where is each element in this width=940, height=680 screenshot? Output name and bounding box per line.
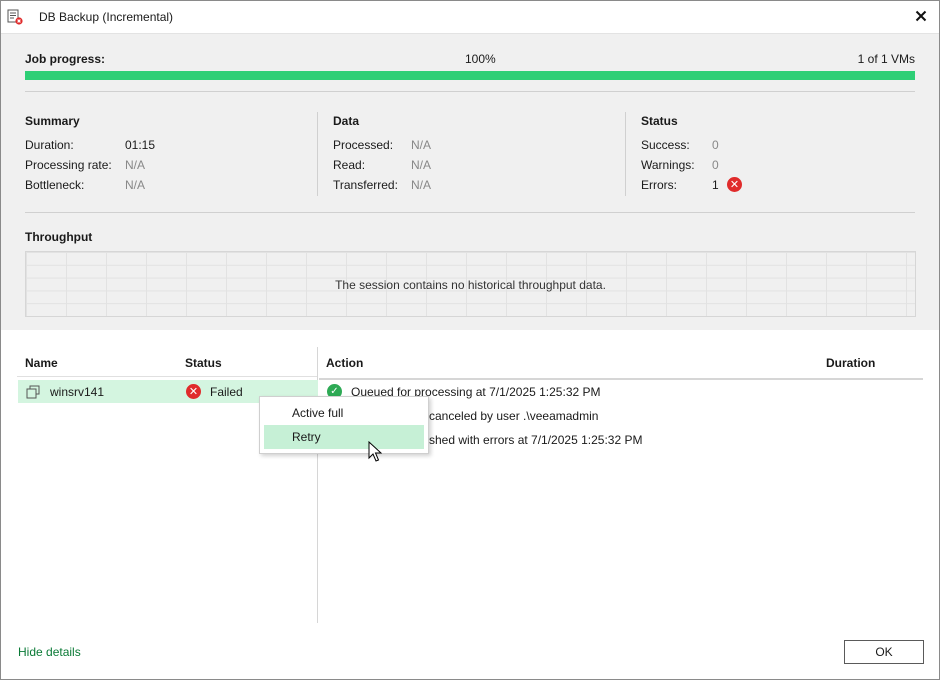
summary-processing-rate-label: Processing rate: <box>25 158 112 172</box>
job-progress-fill <box>25 71 915 80</box>
divider <box>319 378 923 380</box>
data-transferred-value: N/A <box>411 178 432 192</box>
summary-bottleneck-label: Bottleneck: <box>25 178 85 192</box>
data-processed-label: Processed: <box>333 138 394 152</box>
close-icon <box>915 10 927 25</box>
error-icon: ✕ <box>186 384 201 399</box>
column-header-action[interactable]: Action <box>326 356 363 370</box>
error-icon: ✕ <box>727 177 742 192</box>
data-processed-value: N/A <box>411 138 432 152</box>
title-bar: DB Backup (Incremental) <box>1 1 939 34</box>
menu-item-active-full[interactable]: Active full <box>264 401 424 425</box>
action-text: shed with errors at 7/1/2025 1:25:32 PM <box>429 433 643 447</box>
status-warnings-label: Warnings: <box>641 158 695 172</box>
status-heading: Status <box>641 114 678 128</box>
throughput-empty-message: The session contains no historical throu… <box>335 278 606 292</box>
status-errors-label: Errors: <box>641 178 677 192</box>
column-header-status[interactable]: Status <box>185 356 222 370</box>
close-button[interactable] <box>909 5 933 29</box>
job-progress-count: 1 of 1 VMs <box>857 52 915 66</box>
context-menu: Active full Retry <box>259 396 429 454</box>
window-title: DB Backup (Incremental) <box>39 10 174 24</box>
column-header-duration[interactable]: Duration <box>826 356 875 370</box>
status-success-label: Success: <box>641 138 690 152</box>
job-progress-percent: 100% <box>465 52 496 66</box>
status-warnings-value: 0 <box>712 158 719 172</box>
divider <box>25 212 915 213</box>
job-progress-label: Job progress: <box>25 52 106 66</box>
summary-duration-label: Duration: <box>25 138 74 152</box>
summary-processing-rate-value: N/A <box>125 158 146 172</box>
job-progress-bar <box>25 71 915 80</box>
status-text: Failed <box>210 385 243 399</box>
action-text: canceled by user .\veeamadmin <box>429 409 599 423</box>
details-panel: Job progress: 100% 1 of 1 VMs Summary Du… <box>1 34 939 330</box>
vm-name: winsrv141 <box>50 385 105 399</box>
menu-item-retry[interactable]: Retry <box>264 425 424 449</box>
data-transferred-label: Transferred: <box>333 178 398 192</box>
session-details: Name Status Action Duration winsrv141 ✕ … <box>1 331 939 679</box>
menu-item-label: Retry <box>292 430 321 444</box>
summary-duration-value: 01:15 <box>125 138 156 152</box>
summary-heading: Summary <box>25 114 80 128</box>
data-read-value: N/A <box>411 158 432 172</box>
ok-button[interactable]: OK <box>844 640 924 664</box>
hide-details-link[interactable]: Hide details <box>18 645 81 659</box>
backup-job-error-icon <box>7 9 23 25</box>
divider <box>25 91 915 92</box>
backup-session-window: DB Backup (Incremental) Job progress: 10… <box>0 0 940 680</box>
status-errors-value: 1 <box>712 178 719 192</box>
data-read-label: Read: <box>333 158 366 172</box>
section-divider <box>625 112 626 196</box>
menu-item-label: Active full <box>292 406 344 420</box>
vm-icon <box>26 385 40 399</box>
divider <box>17 376 317 377</box>
section-divider <box>317 112 318 196</box>
throughput-heading: Throughput <box>25 230 93 244</box>
summary-bottleneck-value: N/A <box>125 178 146 192</box>
mouse-cursor-icon <box>368 440 383 463</box>
data-heading: Data <box>333 114 360 128</box>
status-success-value: 0 <box>712 138 719 152</box>
throughput-chart: The session contains no historical throu… <box>25 251 916 317</box>
column-header-name[interactable]: Name <box>25 356 58 370</box>
